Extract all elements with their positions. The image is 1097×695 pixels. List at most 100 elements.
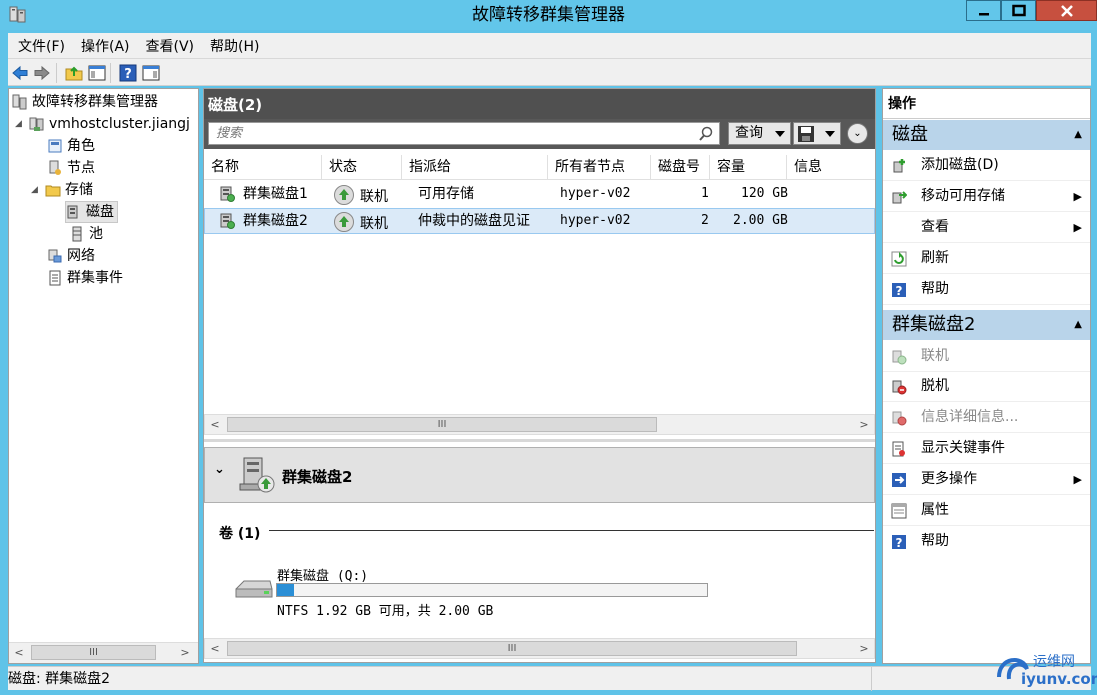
tree-label-cluster: vmhostcluster.jiangj: [49, 116, 190, 132]
table-row[interactable]: 群集磁盘2 联机 仲裁中的磁盘见证 hyper-v02 2 2.00 GB: [204, 208, 875, 234]
volume-drive-icon: [235, 580, 273, 598]
cell-status-text: 联机: [360, 189, 388, 205]
action-move-available-storage[interactable]: 移动可用存储 ▶: [883, 181, 1090, 212]
tree-item-cluster[interactable]: ◢ vmhostcluster.jiangj: [15, 114, 190, 134]
maximize-button[interactable]: [1001, 0, 1036, 21]
roles-icon: [48, 139, 62, 153]
watermark-logo: 运维网 iyunv.com: [993, 647, 1097, 691]
critical-events-icon: [892, 441, 905, 457]
volume-info: NTFS 1.92 GB 可用，共 2.00 GB: [277, 604, 494, 619]
tree-item-storage[interactable]: ◢ 存储: [31, 180, 93, 200]
collapse-arrow-icon[interactable]: ◢: [31, 180, 41, 200]
cell-assigned: 仲裁中的磁盘见证: [418, 213, 530, 229]
action-bring-online[interactable]: 联机: [883, 341, 1090, 372]
query-dropdown-button[interactable]: 查询: [728, 122, 791, 145]
save-query-button[interactable]: [793, 122, 841, 145]
section-header-cluster-disk-2[interactable]: 群集磁盘2 ▲: [883, 310, 1090, 340]
scrollbar-thumb[interactable]: III: [227, 641, 797, 656]
column-disk-number[interactable]: 磁盘号: [651, 155, 710, 180]
tree-item-events[interactable]: 群集事件: [47, 268, 123, 288]
tree-item-pools[interactable]: 池: [69, 224, 103, 244]
back-arrow-icon[interactable]: [11, 64, 29, 82]
cell-assigned: 可用存储: [418, 186, 474, 202]
collapse-arrow-icon[interactable]: ◢: [15, 114, 25, 134]
menu-file[interactable]: 文件(F): [18, 36, 65, 56]
scroll-right-icon[interactable]: >: [854, 415, 874, 434]
up-folder-icon[interactable]: [65, 64, 83, 82]
cluster-manager-icon: [12, 94, 27, 110]
dropdown-arrow-icon: [825, 131, 835, 137]
action-label: 帮助: [921, 281, 949, 297]
collapse-up-icon[interactable]: ▲: [1074, 120, 1082, 150]
toolbar-separator: [56, 63, 57, 83]
column-owner-node[interactable]: 所有者节点: [548, 155, 651, 180]
close-icon: [1060, 4, 1073, 17]
show-hide-console-tree-icon[interactable]: [88, 64, 106, 82]
search-icon[interactable]: [698, 126, 714, 142]
table-row[interactable]: 群集磁盘1 联机 可用存储 hyper-v02 1 120 GB: [204, 181, 875, 207]
events-icon: [49, 270, 61, 286]
search-input[interactable]: 搜索: [208, 122, 720, 145]
status-bar: 磁盘: 群集磁盘2: [8, 666, 1091, 691]
action-show-critical-events[interactable]: 显示关键事件: [883, 433, 1090, 464]
minimize-button[interactable]: [966, 0, 1001, 21]
pane-splitter[interactable]: [204, 439, 875, 442]
horizontal-scrollbar[interactable]: < III >: [204, 638, 875, 659]
volume-name[interactable]: 群集磁盘 (Q:): [277, 565, 368, 584]
action-view[interactable]: 查看 ▶: [883, 212, 1090, 243]
horizontal-scrollbar[interactable]: < III >: [204, 414, 875, 435]
action-information-details[interactable]: 信息详细信息...: [883, 402, 1090, 433]
column-info[interactable]: 信息: [787, 155, 875, 180]
tree-item-nodes[interactable]: 节点: [47, 158, 95, 178]
action-take-offline[interactable]: 脱机: [883, 371, 1090, 402]
action-refresh[interactable]: 刷新: [883, 243, 1090, 274]
column-name[interactable]: 名称: [204, 155, 322, 180]
tree-item-disks[interactable]: 磁盘: [65, 201, 118, 223]
action-label: 属性: [921, 502, 949, 518]
cell-status: 联机: [334, 208, 388, 234]
horizontal-scrollbar[interactable]: < III >: [9, 642, 198, 663]
action-add-disk[interactable]: 添加磁盘(D): [883, 150, 1090, 181]
cell-disk-number: 1: [701, 186, 709, 201]
forward-arrow-icon[interactable]: [33, 64, 51, 82]
tree-item-root[interactable]: 故障转移群集管理器: [12, 92, 158, 112]
menu-action[interactable]: 操作(A): [81, 36, 130, 56]
expand-pane-icon[interactable]: ⌄: [847, 123, 868, 144]
cell-name: 群集磁盘2: [243, 213, 308, 229]
collapse-chevron-icon[interactable]: ⌄: [214, 462, 225, 477]
action-properties[interactable]: 属性: [883, 495, 1090, 526]
section-header-disks[interactable]: 磁盘 ▲: [883, 120, 1090, 150]
tree-label-pools: 池: [89, 226, 103, 242]
minimize-icon: [978, 12, 989, 15]
scroll-left-icon[interactable]: <: [205, 415, 225, 434]
menu-view[interactable]: 查看(V): [146, 36, 195, 56]
collapse-up-icon[interactable]: ▲: [1074, 310, 1082, 340]
tree-label-storage: 存储: [65, 182, 93, 198]
close-button[interactable]: [1036, 0, 1097, 21]
menu-help[interactable]: 帮助(H): [210, 36, 259, 56]
column-capacity[interactable]: 容量: [710, 155, 787, 180]
scroll-right-icon[interactable]: >: [854, 639, 874, 658]
action-more-actions[interactable]: 更多操作 ▶: [883, 464, 1090, 495]
cell-owner: hyper-v02: [560, 213, 631, 228]
tree-item-networks[interactable]: 网络: [47, 246, 95, 266]
tree-label-events: 群集事件: [67, 270, 123, 286]
cell-status: 联机: [334, 181, 388, 207]
show-action-pane-icon[interactable]: [142, 64, 160, 82]
column-assigned-to[interactable]: 指派给: [402, 155, 548, 180]
scrollbar-thumb[interactable]: III: [31, 645, 156, 660]
scrollbar-thumb[interactable]: III: [227, 417, 657, 432]
scroll-left-icon[interactable]: <: [205, 639, 225, 658]
action-help[interactable]: ? 帮助: [883, 526, 1090, 557]
scroll-right-icon[interactable]: >: [175, 643, 195, 662]
tree-label-nodes: 节点: [67, 160, 95, 176]
online-status-icon: [334, 212, 354, 232]
window-title: 故障转移群集管理器: [472, 5, 625, 25]
help-icon[interactable]: ?: [119, 64, 137, 82]
column-status[interactable]: 状态: [322, 155, 402, 180]
tree-item-roles[interactable]: 角色: [47, 136, 95, 156]
scroll-left-icon[interactable]: <: [9, 643, 29, 662]
cell-disk-number: 2: [701, 213, 709, 228]
action-help[interactable]: ? 帮助: [883, 274, 1090, 305]
toolbar-separator: [110, 63, 111, 83]
